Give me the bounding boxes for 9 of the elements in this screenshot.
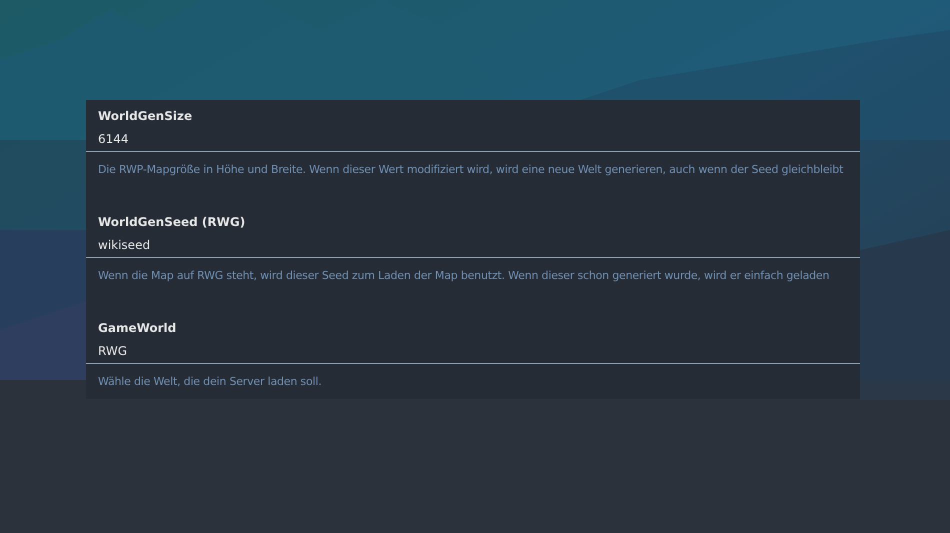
setting-label: WorldGenSize [97,108,194,124]
input-field[interactable]: wikiseed [86,230,860,258]
input-field[interactable]: 6144 [86,124,860,152]
setting-description: Wähle die Welt, die dein Server laden soll. [97,374,323,389]
input-field[interactable]: RWG [86,336,860,364]
setting-label: GameWorld [97,320,178,336]
setting-label: WorldGenSeed (RWG) [97,214,246,230]
setting-description: Wenn die Map auf RWG steht, wird dieser Seed zum Laden der Map benutzt. Wenn dieser schon generiert wurde, wird er einfach geladen [97,268,830,283]
setting-description: Die RWP-Mapgröße in Höhe und Breite. Wenn dieser Wert modifiziert wird, wird eine neue Welt generieren, auch wenn der Seed gleichbleibt [97,162,844,177]
